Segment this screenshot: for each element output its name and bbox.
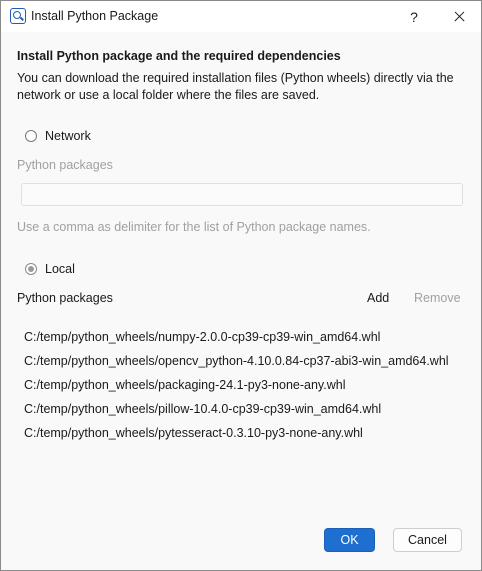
dialog-description: You can download the required installati…: [17, 71, 454, 102]
cancel-button[interactable]: Cancel: [393, 528, 462, 552]
network-packages-input[interactable]: [21, 183, 463, 206]
list-item[interactable]: C:/temp/python_wheels/packaging-24.1-py3…: [24, 378, 464, 402]
local-radio-label[interactable]: Local: [45, 262, 75, 276]
network-radio-button[interactable]: [25, 130, 37, 142]
list-item[interactable]: C:/temp/python_wheels/pytesseract-0.3.10…: [24, 426, 464, 450]
help-button[interactable]: ?: [401, 5, 427, 29]
add-button[interactable]: Add: [367, 291, 389, 305]
local-packages-label: Python packages: [17, 291, 113, 305]
ok-button[interactable]: OK: [324, 528, 375, 552]
dialog-content: Install Python package and the required …: [1, 32, 481, 570]
list-item[interactable]: C:/temp/python_wheels/pillow-10.4.0-cp39…: [24, 402, 464, 426]
local-file-list[interactable]: C:/temp/python_wheels/numpy-2.0.0-cp39-c…: [24, 330, 464, 450]
list-item[interactable]: C:/temp/python_wheels/numpy-2.0.0-cp39-c…: [24, 330, 464, 354]
network-packages-hint: Use a comma as delimiter for the list of…: [17, 220, 371, 234]
network-packages-label: Python packages: [17, 158, 113, 172]
python-install-icon: [10, 8, 26, 24]
close-icon[interactable]: [445, 5, 473, 29]
local-radio-button[interactable]: [25, 263, 37, 275]
list-item[interactable]: C:/temp/python_wheels/opencv_python-4.10…: [24, 354, 464, 378]
install-python-package-dialog: Install Python Package ? Install Python …: [0, 0, 482, 571]
window-title: Install Python Package: [31, 9, 159, 23]
remove-button[interactable]: Remove: [414, 291, 461, 305]
network-radio-label[interactable]: Network: [45, 129, 91, 143]
dialog-heading: Install Python package and the required …: [17, 49, 341, 63]
title-bar[interactable]: Install Python Package ?: [1, 1, 481, 32]
